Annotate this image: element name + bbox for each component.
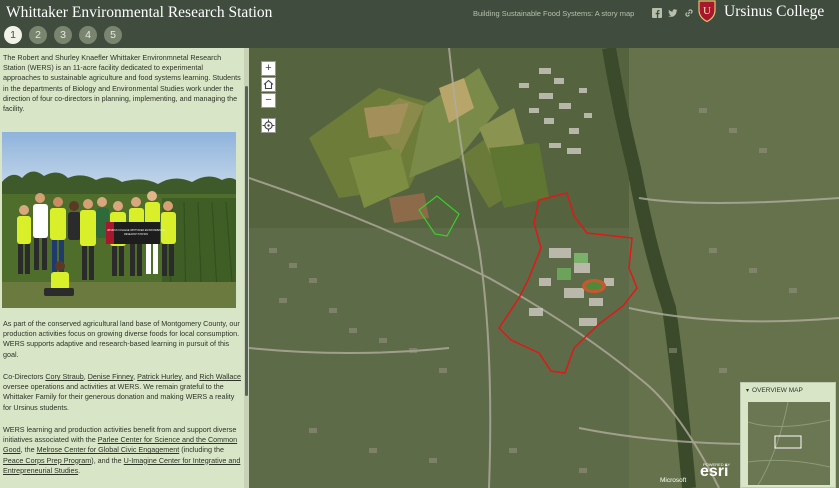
intro-paragraph: The Robert and Shurley Knaefler Whittake… xyxy=(3,53,241,114)
paragraph-codirectors: Co-Directors Cory Straub, Denise Finney,… xyxy=(3,372,241,413)
tab-5[interactable]: 5 xyxy=(104,26,122,44)
twitter-icon[interactable] xyxy=(668,8,678,18)
home-icon xyxy=(263,79,274,90)
zoom-out-button[interactable]: − xyxy=(261,93,276,108)
chevron-down-icon: ▾ xyxy=(746,388,750,394)
tab-3[interactable]: 3 xyxy=(54,26,72,44)
text-fragment: . xyxy=(78,465,81,475)
story-panel: The Robert and Shurley Knaefler Whittake… xyxy=(0,48,246,488)
text-fragment: ), and the xyxy=(91,455,124,465)
svg-text:U: U xyxy=(703,5,711,17)
panel-scrollbar-thumb[interactable] xyxy=(245,86,248,396)
story-map-tagline[interactable]: Building Sustainable Food Systems: A sto… xyxy=(473,9,634,18)
link-rich-wallace[interactable]: Rich Wallace xyxy=(199,372,241,381)
map-attribution: Microsoft xyxy=(660,477,687,484)
text-fragment: , and xyxy=(181,372,200,381)
tab-4[interactable]: 4 xyxy=(79,26,97,44)
paragraph-mission: As part of the conserved agricultural la… xyxy=(3,319,240,359)
college-name[interactable]: Ursinus College xyxy=(724,3,824,21)
ursinus-shield-icon: U xyxy=(698,0,716,22)
overview-map[interactable] xyxy=(748,402,830,485)
link-icon[interactable] xyxy=(684,8,694,18)
esri-logo[interactable]: esri xyxy=(700,463,728,481)
story-tabs: 1 2 3 4 5 xyxy=(4,26,122,44)
link-melrose-center[interactable]: Melrose Center for Global Civic Engageme… xyxy=(37,445,180,454)
link-peace-corps-prep[interactable]: Peace Corps Prep Program xyxy=(3,456,91,465)
page-title: Whittaker Environmental Research Station xyxy=(6,4,273,21)
photo-sign-subtext: RESEARCH STATION xyxy=(124,233,148,236)
home-button[interactable] xyxy=(261,77,276,92)
link-patrick-hurley[interactable]: Patrick Hurley xyxy=(137,372,181,381)
zoom-in-button[interactable]: + xyxy=(261,61,276,76)
text-fragment: oversee operations and activities at WER… xyxy=(3,382,235,412)
locate-icon xyxy=(262,119,275,132)
team-photo: URSINUS COLLEGE WHITTAKER ENVIRONMENTAL … xyxy=(2,132,236,308)
tab-2[interactable]: 2 xyxy=(29,26,47,44)
share-links xyxy=(652,8,694,18)
overview-map-header[interactable]: ▾ OVERVIEW MAP xyxy=(741,383,835,399)
text-fragment: Co-Directors xyxy=(3,372,46,381)
header-bar: Whittaker Environmental Research Station… xyxy=(0,0,839,48)
link-denise-finney[interactable]: Denise Finney xyxy=(88,372,133,381)
text-fragment: , the xyxy=(20,445,37,455)
text-fragment: (including the xyxy=(179,445,224,455)
photo-sign-text: URSINUS COLLEGE WHITTAKER ENVIRONMENTAL xyxy=(107,229,166,232)
link-cory-straub[interactable]: Cory Straub xyxy=(45,372,83,381)
paragraph-initiatives: WERS learning and production activities … xyxy=(3,425,241,476)
facebook-icon[interactable] xyxy=(652,8,662,18)
tab-1[interactable]: 1 xyxy=(4,26,22,44)
overview-map-title: OVERVIEW MAP xyxy=(752,387,803,394)
overview-map-widget: ▾ OVERVIEW MAP xyxy=(740,382,836,488)
locate-button[interactable] xyxy=(261,118,276,133)
